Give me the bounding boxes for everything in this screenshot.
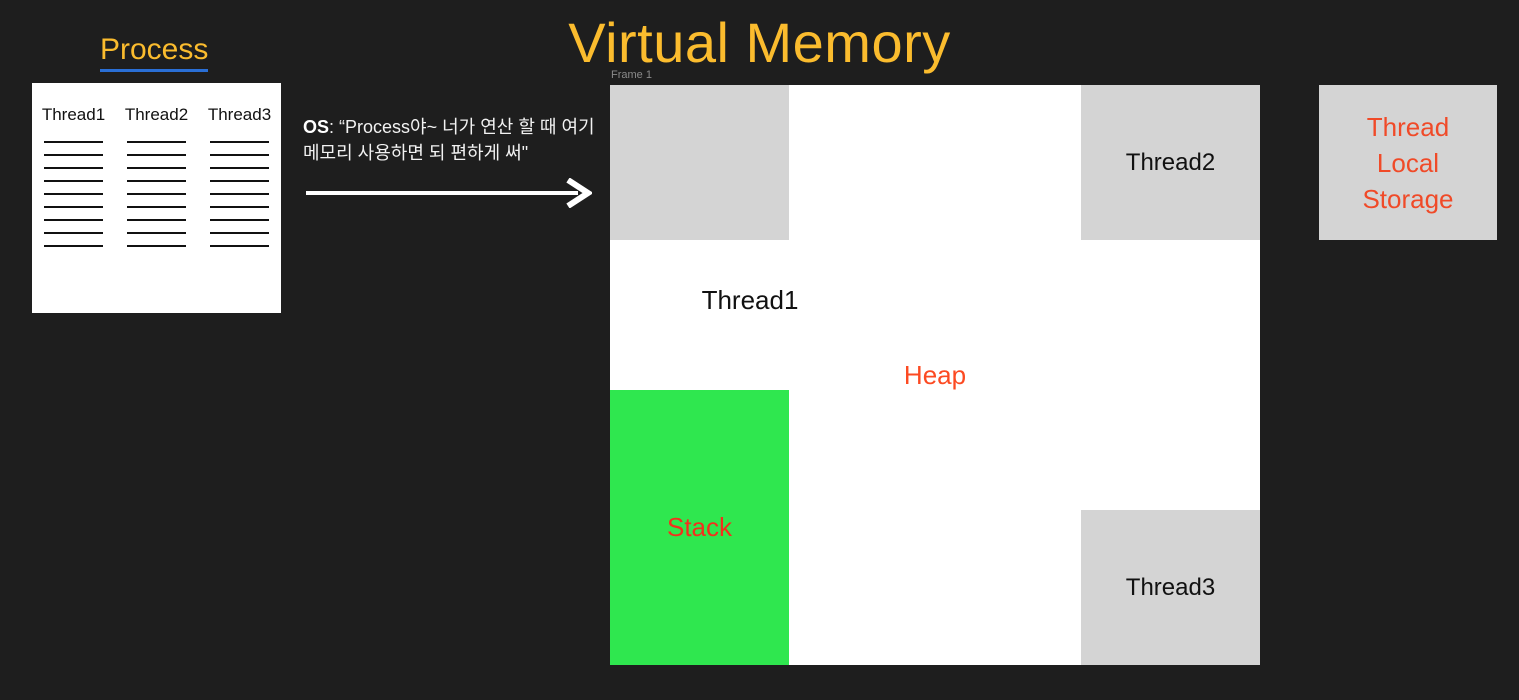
thread-code-line — [127, 206, 186, 208]
thread-code-line — [127, 219, 186, 221]
page-title: Virtual Memory — [568, 11, 951, 74]
tls-label-line: Thread — [1366, 111, 1450, 142]
thread-code-line — [44, 154, 103, 156]
thread-column-2: Thread2 — [120, 105, 194, 247]
thread-code-line — [210, 193, 269, 195]
memory-label-thread1: Thread1 — [701, 285, 799, 315]
thread-code-line — [127, 180, 186, 182]
thread-column-1: Thread1 — [37, 105, 111, 247]
thread-code-line — [210, 154, 269, 156]
thread-code-line — [44, 193, 103, 195]
thread-code-line — [127, 167, 186, 169]
tls-label-line: Storage — [1362, 183, 1454, 214]
thread-code-line — [127, 141, 186, 143]
process-heading: Process — [100, 33, 209, 72]
os-message-text: “Process야~ 너가 연산 할 때 여기 메모리 사용하면 되 편하게 써… — [303, 117, 595, 163]
right-arrow-icon — [306, 178, 592, 208]
memory-block-thread3: Thread3 — [1081, 510, 1260, 665]
thread-code-line — [210, 180, 269, 182]
thread-column-label: Thread2 — [124, 105, 189, 124]
thread-code-line — [44, 167, 103, 169]
thread-code-line — [127, 193, 186, 195]
memory-block-top-left — [610, 85, 789, 240]
thread-code-lines — [44, 141, 103, 247]
thread-code-line — [210, 167, 269, 169]
thread-code-line — [44, 245, 103, 247]
memory-label-heap: Heap — [903, 360, 967, 390]
thread-column-3: Thread3 — [203, 105, 277, 247]
thread-column-label: Thread1 — [41, 105, 106, 124]
os-message: OS: “Process야~ 너가 연산 할 때 여기 메모리 사용하면 되 편… — [303, 114, 599, 166]
thread-code-line — [210, 245, 269, 247]
memory-block-thread2: Thread2 — [1081, 85, 1260, 240]
thread-code-line — [44, 141, 103, 143]
thread-code-line — [127, 245, 186, 247]
os-label: OS — [303, 117, 330, 137]
thread-code-line — [210, 219, 269, 221]
os-separator: : — [329, 117, 340, 137]
thread-code-line — [44, 206, 103, 208]
virtual-memory-frame: Thread2 Thread3 Stack Thread1 Heap — [610, 85, 1260, 665]
thread-local-storage-box: Thread Local Storage — [1319, 85, 1497, 240]
memory-block-stack: Stack — [610, 390, 789, 665]
frame-label: Frame 1 — [611, 69, 652, 81]
thread-code-line — [44, 180, 103, 182]
thread-code-line — [210, 232, 269, 234]
thread-code-line — [44, 219, 103, 221]
thread-code-lines — [127, 141, 186, 247]
thread-column-label: Thread3 — [207, 105, 272, 124]
thread-code-line — [210, 141, 269, 143]
thread-code-lines — [210, 141, 269, 247]
process-box: Thread1 Thread2 Thread3 — [32, 83, 281, 313]
thread-code-line — [127, 154, 186, 156]
thread-code-line — [127, 232, 186, 234]
thread-columns: Thread1 Thread2 Thread3 — [32, 83, 281, 313]
thread-code-line — [44, 232, 103, 234]
slide-canvas: Virtual Memory Process Thread1 Thread2 T… — [0, 0, 1519, 700]
tls-label-line: Local — [1376, 147, 1440, 178]
thread-code-line — [210, 206, 269, 208]
